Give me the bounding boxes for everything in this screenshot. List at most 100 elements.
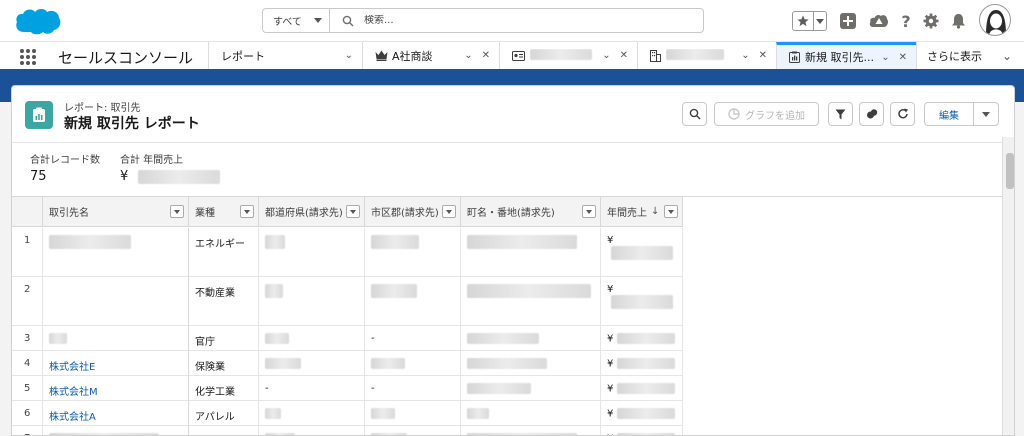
vertical-scrollbar[interactable] xyxy=(1002,137,1014,435)
report-icon xyxy=(25,101,53,129)
table-cell-revenue: ¥ xyxy=(601,426,683,435)
more-actions-button[interactable] xyxy=(973,102,999,126)
report-panel: レポート: 取引先 新規 取引先 レポート グラフを追加 編集 合計レコード数 … xyxy=(11,85,1015,436)
account-link[interactable]: 株式会社M xyxy=(49,387,98,398)
close-icon[interactable]: ✕ xyxy=(759,50,767,61)
trailhead-icon[interactable] xyxy=(869,11,889,31)
filter-button[interactable] xyxy=(828,102,853,126)
column-header-street[interactable]: 町名・番地(請求先) xyxy=(461,197,601,227)
redacted-value xyxy=(371,235,419,249)
tab-new-account-report[interactable]: 新規 取引先... ⌄ ✕ xyxy=(776,42,916,69)
add-chart-label: グラフを追加 xyxy=(745,110,805,122)
table-cell-street xyxy=(461,401,601,426)
search-icon xyxy=(342,15,354,26)
row-number: 3 xyxy=(12,326,43,351)
column-header-annual-revenue[interactable]: 年間売上 ↓ xyxy=(601,197,683,227)
help-icon[interactable]: ? xyxy=(898,11,914,31)
favorites-dropdown-icon[interactable] xyxy=(814,12,826,30)
scrollbar-thumb[interactable] xyxy=(1006,153,1014,189)
account-link[interactable]: 株式会社E xyxy=(49,362,95,373)
column-menu-icon[interactable] xyxy=(170,205,184,218)
chevron-down-icon[interactable]: ⌄ xyxy=(345,50,353,61)
search-scope-select[interactable]: すべて xyxy=(263,9,330,32)
summary-revenue-value: ¥ xyxy=(120,169,221,184)
account-link[interactable]: 株式会社A xyxy=(49,412,96,423)
redacted-value xyxy=(617,358,676,369)
salesforce-logo[interactable] xyxy=(14,6,62,36)
column-menu-icon[interactable] xyxy=(664,205,678,218)
table-cell-revenue: ¥ xyxy=(601,228,683,277)
close-icon[interactable]: ✕ xyxy=(620,50,628,61)
table-cell-name[interactable] xyxy=(43,277,189,326)
chevron-down-icon[interactable]: ⌄ xyxy=(741,50,749,61)
divider xyxy=(12,142,1014,143)
toggle-chart-button[interactable] xyxy=(859,102,884,126)
favorites-group xyxy=(792,11,827,31)
chevron-down-icon[interactable]: ⌄ xyxy=(602,50,610,61)
more-tabs-button[interactable]: さらに表示 ⌄ xyxy=(916,42,1024,69)
search-field xyxy=(330,9,703,32)
row-number: 5 xyxy=(12,376,43,401)
column-menu-icon[interactable] xyxy=(346,205,360,218)
column-header-account-name[interactable]: 取引先名 xyxy=(43,197,189,227)
chevron-down-icon xyxy=(314,18,322,23)
column-menu-icon[interactable] xyxy=(240,205,254,218)
crown-icon xyxy=(375,50,388,61)
app-navigation: セールスコンソール レポート ⌄ A社商談 ⌄ ✕ ⌄ ✕ ⌄ ✕ 新規 取引先… xyxy=(0,42,1024,72)
column-menu-icon[interactable] xyxy=(442,205,456,218)
table-cell-name[interactable] xyxy=(43,426,189,435)
table-cell-name[interactable]: 株式会社M xyxy=(43,376,189,401)
gear-icon[interactable] xyxy=(922,11,940,31)
redacted-value xyxy=(371,284,417,298)
column-header-prefecture[interactable]: 都道府県(請求先) xyxy=(259,197,365,227)
report-table: 取引先名 業種 都道府県(請求先) 市区郡(請求先) 町名・番地(請求先) 年間… xyxy=(12,196,1002,435)
row-number: 4 xyxy=(12,351,43,376)
tab-contact[interactable]: ⌄ ✕ xyxy=(499,42,637,69)
contact-card-icon xyxy=(512,50,525,61)
table-cell-name[interactable]: 株式会社A xyxy=(43,401,189,426)
tab-label: レポート xyxy=(221,49,265,63)
chart-toggle-icon xyxy=(866,109,877,119)
favorite-star-icon[interactable] xyxy=(793,12,814,30)
notification-bell-icon[interactable] xyxy=(949,11,967,31)
column-header-city[interactable]: 市区郡(請求先) xyxy=(365,197,461,227)
chart-icon xyxy=(728,108,740,120)
column-menu-icon[interactable] xyxy=(582,205,596,218)
global-add-icon[interactable] xyxy=(838,11,858,31)
app-launcher-icon[interactable] xyxy=(20,49,36,65)
edit-button[interactable]: 編集 xyxy=(924,102,974,126)
table-cell-revenue: ¥ xyxy=(601,351,683,376)
table-cell-name[interactable]: 株式会社E xyxy=(43,351,189,376)
tab-label xyxy=(666,48,741,63)
table-cell-pref xyxy=(259,351,365,376)
table-cell-city xyxy=(365,277,461,326)
tab-account[interactable]: ⌄ ✕ xyxy=(637,42,776,69)
table-cell-pref xyxy=(259,228,365,277)
redacted-value xyxy=(617,333,676,344)
nav-item-reports[interactable]: レポート ⌄ xyxy=(208,42,362,69)
table-cell-name[interactable] xyxy=(43,228,189,277)
filter-icon xyxy=(835,109,846,119)
search-report-button[interactable] xyxy=(682,102,707,126)
chevron-down-icon[interactable]: ⌄ xyxy=(464,50,472,61)
chevron-down-icon: ⌄ xyxy=(1001,48,1012,63)
redacted-value xyxy=(371,358,405,369)
redacted-value xyxy=(49,235,131,249)
add-chart-button[interactable]: グラフを追加 xyxy=(714,102,819,126)
column-header-industry[interactable]: 業種 xyxy=(189,197,259,227)
close-icon[interactable]: ✕ xyxy=(899,52,907,63)
chevron-down-icon[interactable]: ⌄ xyxy=(881,52,889,63)
table-cell-name[interactable] xyxy=(43,326,189,351)
table-cell-industry: エネルギー xyxy=(189,228,259,277)
search-input[interactable] xyxy=(364,15,664,26)
redacted-value xyxy=(467,333,539,344)
tab-label: A社商談 xyxy=(392,49,433,63)
table-cell-revenue: ¥ xyxy=(601,277,683,326)
redacted-value xyxy=(467,383,531,394)
user-avatar[interactable] xyxy=(979,4,1011,36)
tab-opportunity-a[interactable]: A社商談 ⌄ ✕ xyxy=(362,42,499,69)
building-icon xyxy=(650,49,661,62)
refresh-button[interactable] xyxy=(890,102,915,126)
table-cell-street xyxy=(461,228,601,277)
close-icon[interactable]: ✕ xyxy=(482,50,490,61)
